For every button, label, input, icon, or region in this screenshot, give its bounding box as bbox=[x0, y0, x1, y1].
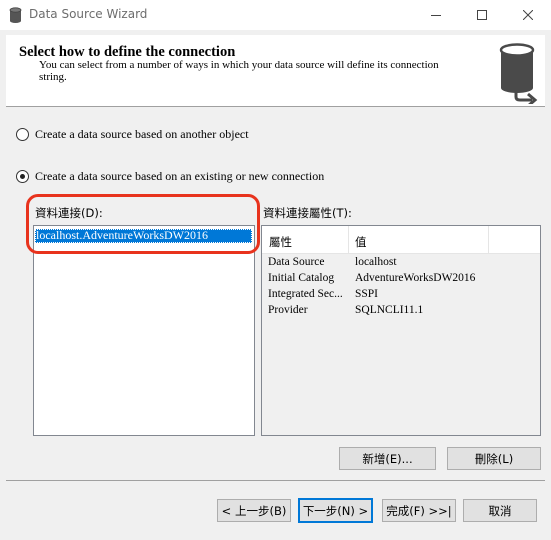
option-existing-connection-label: Create a data source based on an existin… bbox=[35, 169, 325, 183]
maximize-button[interactable] bbox=[459, 0, 505, 30]
property-value: AdventureWorksDW2016 bbox=[355, 272, 476, 284]
option-another-object[interactable]: Create a data source based on another ob… bbox=[16, 127, 249, 142]
column-divider bbox=[348, 226, 349, 253]
minimize-icon bbox=[431, 10, 441, 20]
table-row: Integrated Sec... SSPI bbox=[262, 287, 540, 303]
page-subtitle: You can select from a number of ways in … bbox=[39, 59, 439, 83]
highlight-annotation bbox=[26, 194, 260, 254]
radio-existing-connection[interactable] bbox=[16, 170, 29, 183]
property-key: Provider bbox=[268, 304, 308, 316]
close-icon bbox=[523, 10, 533, 20]
radio-another-object[interactable] bbox=[16, 128, 29, 141]
maximize-icon bbox=[477, 10, 487, 20]
data-source-icon bbox=[494, 42, 542, 108]
back-button[interactable]: < 上一步(B) bbox=[217, 499, 291, 522]
properties-label: 資料連接屬性(T): bbox=[263, 206, 352, 220]
minimize-button[interactable] bbox=[413, 0, 459, 30]
new-connection-button[interactable]: 新增(E)... bbox=[339, 447, 436, 470]
property-key: Data Source bbox=[268, 256, 325, 268]
property-key: Initial Catalog bbox=[268, 272, 335, 284]
option-another-object-label: Create a data source based on another ob… bbox=[35, 127, 249, 141]
finish-button[interactable]: 完成(F) >>| bbox=[382, 499, 456, 522]
table-row: Data Source localhost bbox=[262, 255, 540, 271]
database-icon bbox=[9, 7, 22, 23]
property-key: Integrated Sec... bbox=[268, 288, 343, 300]
delete-connection-button[interactable]: 刪除(L) bbox=[447, 447, 541, 470]
property-value: localhost bbox=[355, 256, 397, 268]
cancel-button[interactable]: 取消 bbox=[463, 499, 537, 522]
property-value: SSPI bbox=[355, 288, 379, 300]
table-row: Initial Catalog AdventureWorksDW2016 bbox=[262, 271, 540, 287]
column-header-property[interactable]: 屬性 bbox=[269, 234, 292, 250]
properties-header: 屬性 值 bbox=[262, 226, 540, 254]
next-button[interactable]: 下一步(N) > bbox=[298, 498, 373, 523]
table-row: Provider SQLNCLI11.1 bbox=[262, 303, 540, 319]
connections-list[interactable]: localhost.AdventureWorksDW2016 bbox=[33, 225, 255, 436]
column-divider bbox=[488, 226, 489, 253]
property-value: SQLNCLI11.1 bbox=[355, 304, 424, 316]
column-header-value[interactable]: 值 bbox=[355, 234, 367, 250]
wizard-header: Select how to define the connection You … bbox=[6, 35, 545, 108]
divider bbox=[6, 480, 545, 481]
properties-grid[interactable]: 屬性 值 Data Source localhost Initial Catal… bbox=[261, 225, 541, 436]
title-bar: Data Source Wizard bbox=[0, 0, 551, 30]
option-existing-connection[interactable]: Create a data source based on an existin… bbox=[16, 169, 324, 184]
close-button[interactable] bbox=[505, 0, 551, 30]
window-title: Data Source Wizard bbox=[29, 7, 148, 21]
